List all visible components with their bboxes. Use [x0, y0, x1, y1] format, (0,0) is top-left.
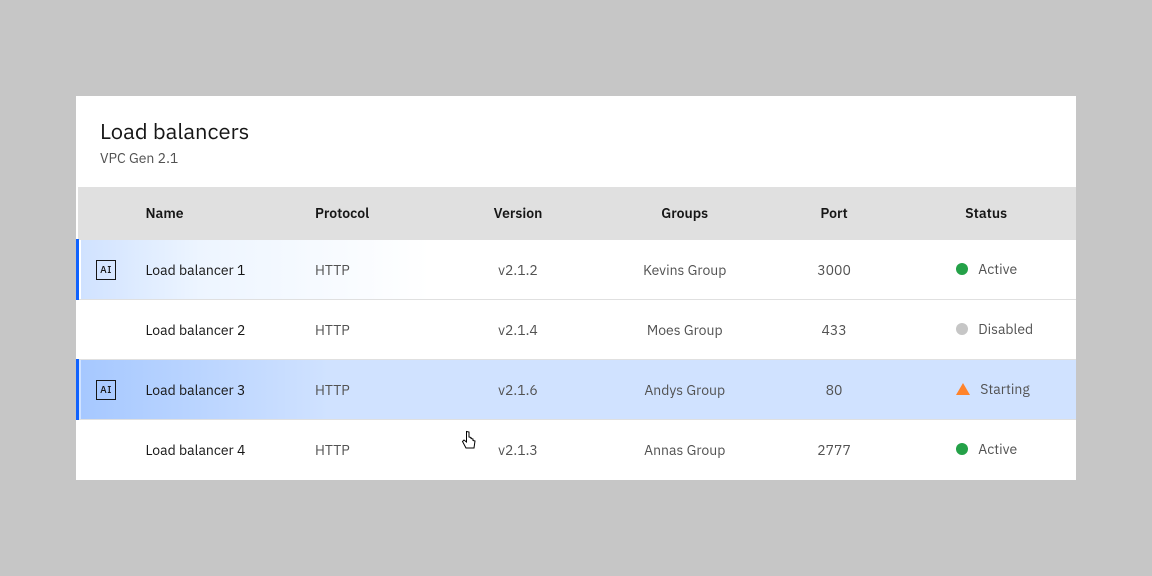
cell-groups: Kevins Group — [598, 240, 772, 300]
cell-port: 80 — [772, 360, 896, 420]
status-badge: Disabled — [956, 320, 1033, 338]
status-active-icon — [956, 443, 968, 455]
status-badge: Active — [956, 440, 1017, 458]
cell-status: Starting — [896, 360, 1076, 420]
cell-status: Active — [896, 240, 1076, 300]
cell-port: 3000 — [772, 240, 896, 300]
status-label: Active — [978, 260, 1017, 278]
load-balancers-panel: Load balancers VPC Gen 2.1 Name Protocol… — [76, 96, 1076, 479]
cell-name: Load balancer 4 — [129, 420, 299, 480]
status-starting-icon — [956, 383, 970, 395]
cell-groups: Moes Group — [598, 300, 772, 360]
cell-name: Load balancer 2 — [129, 300, 299, 360]
status-label: Starting — [980, 380, 1029, 398]
cell-ai-badge — [78, 300, 130, 360]
cell-protocol: HTTP — [299, 420, 438, 480]
cell-version: v2.1.3 — [438, 420, 597, 480]
cell-port: 433 — [772, 300, 896, 360]
cell-name: Load balancer 3 — [129, 360, 299, 420]
page-subtitle: VPC Gen 2.1 — [100, 149, 1052, 167]
table-row[interactable]: Load balancer 2HTTPv2.1.4Moes Group433 Di… — [78, 300, 1077, 360]
cell-version: v2.1.2 — [438, 240, 597, 300]
panel-header: Load balancers VPC Gen 2.1 — [76, 96, 1076, 187]
cell-ai-badge — [78, 420, 130, 480]
cell-port: 2777 — [772, 420, 896, 480]
table-row[interactable]: Load balancer 4HTTPv2.1.3Annas Group2777… — [78, 420, 1077, 480]
cell-protocol: HTTP — [299, 360, 438, 420]
cell-status: Disabled — [896, 300, 1076, 360]
cell-ai-badge: AI — [78, 240, 130, 300]
table-header-row: Name Protocol Version Groups Port Status — [78, 187, 1077, 240]
load-balancers-table: Name Protocol Version Groups Port Status… — [76, 187, 1076, 480]
ai-badge-icon: AI — [96, 380, 116, 400]
status-badge: Active — [956, 260, 1017, 278]
status-label: Active — [978, 440, 1017, 458]
column-header-port[interactable]: Port — [772, 187, 896, 240]
column-header-ai — [78, 187, 130, 240]
status-disabled-icon — [956, 323, 968, 335]
column-header-groups[interactable]: Groups — [598, 187, 772, 240]
cell-name: Load balancer 1 — [129, 240, 299, 300]
status-active-icon — [956, 263, 968, 275]
cell-protocol: HTTP — [299, 240, 438, 300]
cell-version: v2.1.4 — [438, 300, 597, 360]
column-header-name[interactable]: Name — [129, 187, 299, 240]
table-row[interactable]: AI Load balancer 3HTTPv2.1.6Andys Group80… — [78, 360, 1077, 420]
cell-status: Active — [896, 420, 1076, 480]
column-header-version[interactable]: Version — [438, 187, 597, 240]
column-header-status[interactable]: Status — [896, 187, 1076, 240]
cell-protocol: HTTP — [299, 300, 438, 360]
ai-badge-icon: AI — [96, 260, 116, 280]
cell-groups: Andys Group — [598, 360, 772, 420]
table-row[interactable]: AI Load balancer 1HTTPv2.1.2Kevins Group3… — [78, 240, 1077, 300]
status-badge: Starting — [956, 380, 1029, 398]
column-header-protocol[interactable]: Protocol — [299, 187, 438, 240]
cell-ai-badge: AI — [78, 360, 130, 420]
page-title: Load balancers — [100, 118, 1052, 147]
cell-version: v2.1.6 — [438, 360, 597, 420]
status-label: Disabled — [978, 320, 1033, 338]
cell-groups: Annas Group — [598, 420, 772, 480]
